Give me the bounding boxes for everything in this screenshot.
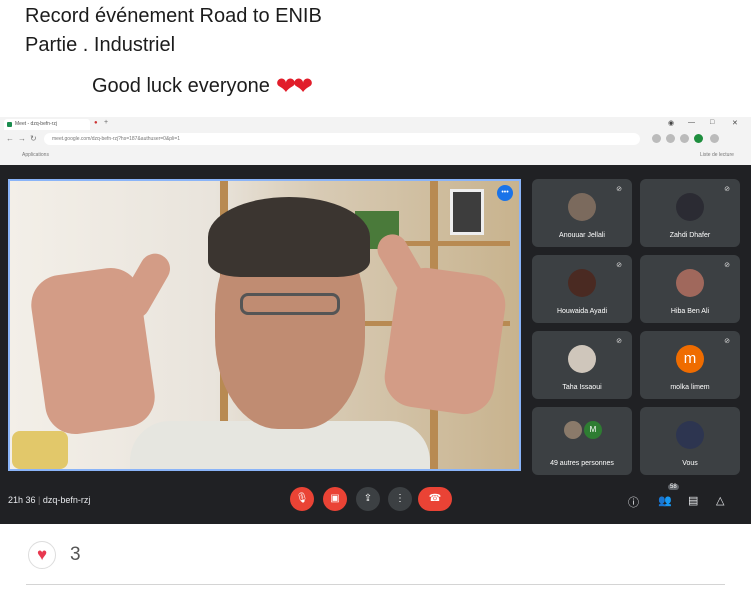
forward-icon[interactable]: →: [18, 134, 26, 143]
people-count-badge: 58: [668, 484, 679, 490]
post-line-3-wrap: Good luck everyone ❤❤: [25, 72, 322, 101]
more-participants-label: 49 autres personnes: [550, 460, 614, 467]
browser-tab-title: Meet - dzq-befn-rzj: [15, 121, 57, 127]
extension-icon[interactable]: [680, 134, 689, 143]
avatar: [676, 193, 704, 221]
mic-off-icon: ⊘: [616, 338, 622, 345]
watch: [12, 431, 68, 469]
reaction-count[interactable]: 3: [70, 544, 81, 566]
mic-off-icon: ⊘: [724, 338, 730, 345]
divider: [26, 584, 725, 585]
heart-emoji-icon: ❤❤: [275, 73, 313, 100]
mic-off-icon: ⊘: [616, 186, 622, 193]
wall-frame: [450, 189, 484, 235]
browser-chrome: Meet - dzq-befn-rzj ● + ◉ — □ ✕ ← → ↻ me…: [0, 117, 751, 166]
address-bar[interactable]: meet.google.com/dzq-befn-rzj?hs=187&auth…: [44, 133, 640, 145]
speaking-indicator-icon: •••: [497, 185, 513, 201]
participant-name: Vous: [682, 460, 698, 467]
meeting-code: dzq-befn-rzj: [42, 495, 91, 505]
end-call-button[interactable]: ☎: [418, 487, 452, 511]
more-participants-tile[interactable]: M 49 autres personnes: [532, 407, 632, 475]
camera-toggle-button[interactable]: ▣: [323, 487, 347, 511]
avatar: [676, 269, 704, 297]
post-line-3: Good luck everyone: [92, 75, 270, 97]
avatar: [564, 421, 582, 439]
account-icon[interactable]: ◉: [668, 119, 674, 127]
maximize-icon[interactable]: □: [710, 119, 714, 126]
browser-tab[interactable]: Meet - dzq-befn-rzj: [4, 119, 90, 130]
avatar: [676, 421, 704, 449]
avatar: [568, 193, 596, 221]
mic-off-icon: ⊘: [616, 262, 622, 269]
extension-icon[interactable]: [652, 134, 661, 143]
close-window-icon[interactable]: ✕: [732, 119, 738, 127]
activities-icon[interactable]: △: [716, 494, 724, 507]
self-tile[interactable]: Vous: [640, 407, 740, 475]
participant-name: Zahdi Dhafer: [669, 232, 711, 239]
avatar-initial: M: [584, 421, 602, 439]
post-line-1: Record événement Road to ENIB: [25, 5, 322, 27]
participant-tile[interactable]: ⊘ Taha Issaoui: [532, 331, 632, 399]
participant-tile[interactable]: ⊘ Hiba Ben Ali: [640, 255, 740, 323]
mic-off-icon: ⊘: [724, 186, 730, 193]
embedded-screenshot[interactable]: Meet - dzq-befn-rzj ● + ◉ — □ ✕ ← → ↻ me…: [0, 117, 751, 524]
avatar: [568, 345, 596, 373]
participant-name: molka limem: [670, 384, 710, 391]
minimize-icon[interactable]: —: [688, 119, 695, 126]
address-bar-url: meet.google.com/dzq-befn-rzj?hs=187&auth…: [52, 136, 180, 142]
meet-favicon-icon: [7, 122, 12, 127]
back-icon[interactable]: ←: [6, 134, 14, 143]
mic-off-icon: ⊘: [724, 262, 730, 269]
participant-name: Houwaida Ayadi: [556, 308, 608, 315]
reactions-bar: ♥ 3: [28, 541, 81, 569]
participant-tile[interactable]: ⊘ Houwaida Ayadi: [532, 255, 632, 323]
extension-icon[interactable]: [666, 134, 675, 143]
meeting-time: 21h 36: [8, 495, 36, 505]
meet-control-bar: 21h 36 | dzq-befn-rzj 🎙 ▣ ⇪ ⋮ ☎ ⓘ 👥 58 ▤…: [0, 475, 751, 524]
new-tab-icon[interactable]: +: [104, 119, 108, 126]
profile-avatar-icon[interactable]: [694, 134, 703, 143]
participant-tile[interactable]: ⊘ m molka limem: [640, 331, 740, 399]
present-button[interactable]: ⇪: [356, 487, 380, 511]
heart-reaction-icon[interactable]: ♥: [28, 541, 56, 569]
avatar-initial: m: [676, 345, 704, 373]
participant-name: Anouuar Jellali: [559, 232, 605, 239]
chat-icon[interactable]: ▤: [688, 494, 698, 507]
person-hair: [208, 197, 370, 277]
post-text: Record événement Road to ENIB Partie . I…: [25, 2, 322, 101]
participant-tile[interactable]: ⊘ Anouuar Jellali: [532, 179, 632, 247]
reload-icon[interactable]: ↻: [30, 134, 37, 143]
menu-icon[interactable]: [710, 134, 719, 143]
meet-window: ••• ⊘ Anouuar Jellali ⊘ Zahdi Dhafer ⊘ H…: [0, 165, 751, 524]
mic-toggle-button[interactable]: 🎙: [290, 487, 314, 511]
info-icon[interactable]: ⓘ: [628, 494, 639, 510]
person-glasses: [240, 293, 340, 315]
participant-name: Hiba Ben Ali: [670, 308, 710, 315]
post-line-2: Partie . Industriel: [25, 34, 176, 56]
meeting-details: 21h 36 | dzq-befn-rzj: [8, 495, 91, 505]
main-speaker-video[interactable]: •••: [8, 179, 521, 471]
bookmark-apps[interactable]: Applications: [22, 148, 49, 162]
people-icon[interactable]: 👥: [658, 494, 672, 507]
tab-close-icon[interactable]: ●: [94, 120, 98, 126]
reading-list[interactable]: Liste de lecture: [700, 148, 734, 162]
more-options-button[interactable]: ⋮: [388, 487, 412, 511]
avatar: [568, 269, 596, 297]
participant-tile[interactable]: ⊘ Zahdi Dhafer: [640, 179, 740, 247]
participant-name: Taha Issaoui: [562, 384, 602, 391]
